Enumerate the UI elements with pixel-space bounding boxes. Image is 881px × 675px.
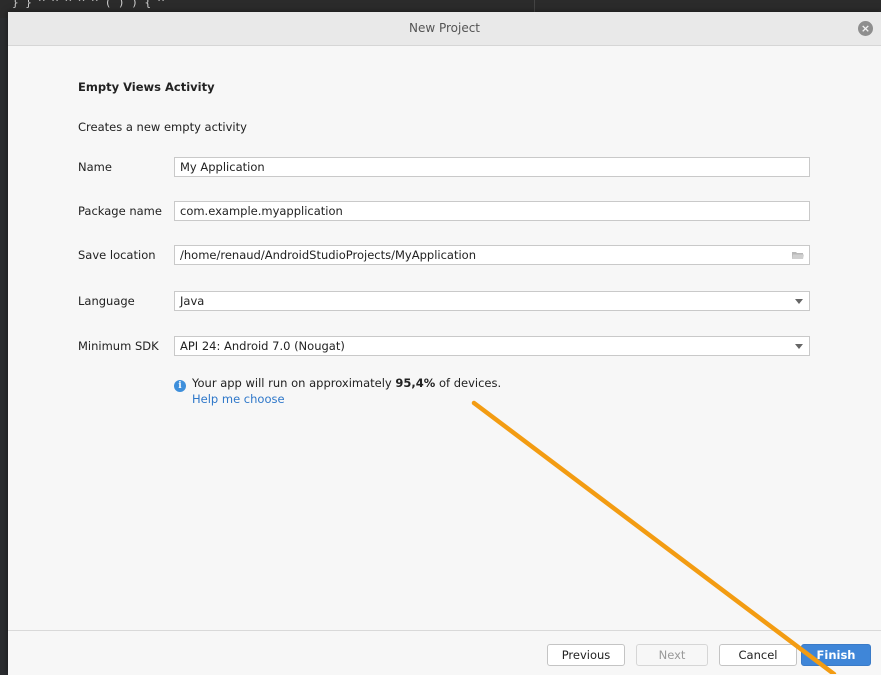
coverage-percent: 95,4% bbox=[395, 376, 436, 390]
save-location-field[interactable]: /home/renaud/AndroidStudioProjects/MyApp… bbox=[174, 245, 810, 265]
language-select[interactable]: Java bbox=[174, 291, 810, 311]
dialog-content: Empty Views Activity Creates a new empty… bbox=[8, 46, 881, 630]
dialog-titlebar: New Project × bbox=[8, 12, 881, 46]
save-location-value: /home/renaud/AndroidStudioProjects/MyApp… bbox=[180, 248, 476, 262]
dialog-title: New Project bbox=[408, 21, 481, 35]
template-heading: Empty Views Activity bbox=[78, 80, 215, 94]
package-name-field[interactable]: com.example.myapplication bbox=[174, 201, 810, 221]
name-field[interactable]: My Application bbox=[174, 157, 810, 177]
minimum-sdk-value: API 24: Android 7.0 (Nougat) bbox=[180, 339, 345, 353]
template-description: Creates a new empty activity bbox=[78, 120, 247, 134]
new-project-dialog: New Project × Empty Views Activity Creat… bbox=[8, 12, 881, 675]
save-location-label: Save location bbox=[78, 248, 156, 262]
close-icon[interactable]: × bbox=[858, 21, 873, 36]
previous-button[interactable]: Previous bbox=[547, 644, 625, 666]
device-coverage-info: i Your app will run on approximately 95,4… bbox=[174, 375, 501, 392]
background-left-edge bbox=[0, 18, 8, 674]
minimum-sdk-label: Minimum SDK bbox=[78, 339, 159, 353]
coverage-prefix: Your app will run on approximately bbox=[192, 376, 396, 390]
minimum-sdk-select[interactable]: API 24: Android 7.0 (Nougat) bbox=[174, 336, 810, 356]
coverage-suffix: of devices. bbox=[435, 376, 502, 390]
dialog-footer: Previous Next Cancel Finish bbox=[8, 630, 881, 675]
name-label: Name bbox=[78, 160, 112, 174]
package-name-value: com.example.myapplication bbox=[180, 204, 343, 218]
chevron-down-icon bbox=[795, 344, 803, 349]
chevron-down-icon bbox=[795, 299, 803, 304]
folder-icon[interactable] bbox=[792, 251, 804, 260]
name-value: My Application bbox=[180, 160, 265, 174]
background-code-text: } } ^ ^ ^ ^ ^ ( ) ) { ^ bbox=[12, 0, 165, 9]
cancel-button[interactable]: Cancel bbox=[719, 644, 797, 666]
info-icon: i bbox=[174, 380, 186, 392]
package-name-label: Package name bbox=[78, 204, 162, 218]
help-me-choose-link[interactable]: Help me choose bbox=[192, 392, 285, 406]
language-label: Language bbox=[78, 294, 135, 308]
next-button[interactable]: Next bbox=[636, 644, 708, 666]
finish-button[interactable]: Finish bbox=[801, 644, 871, 666]
language-value: Java bbox=[180, 294, 205, 308]
